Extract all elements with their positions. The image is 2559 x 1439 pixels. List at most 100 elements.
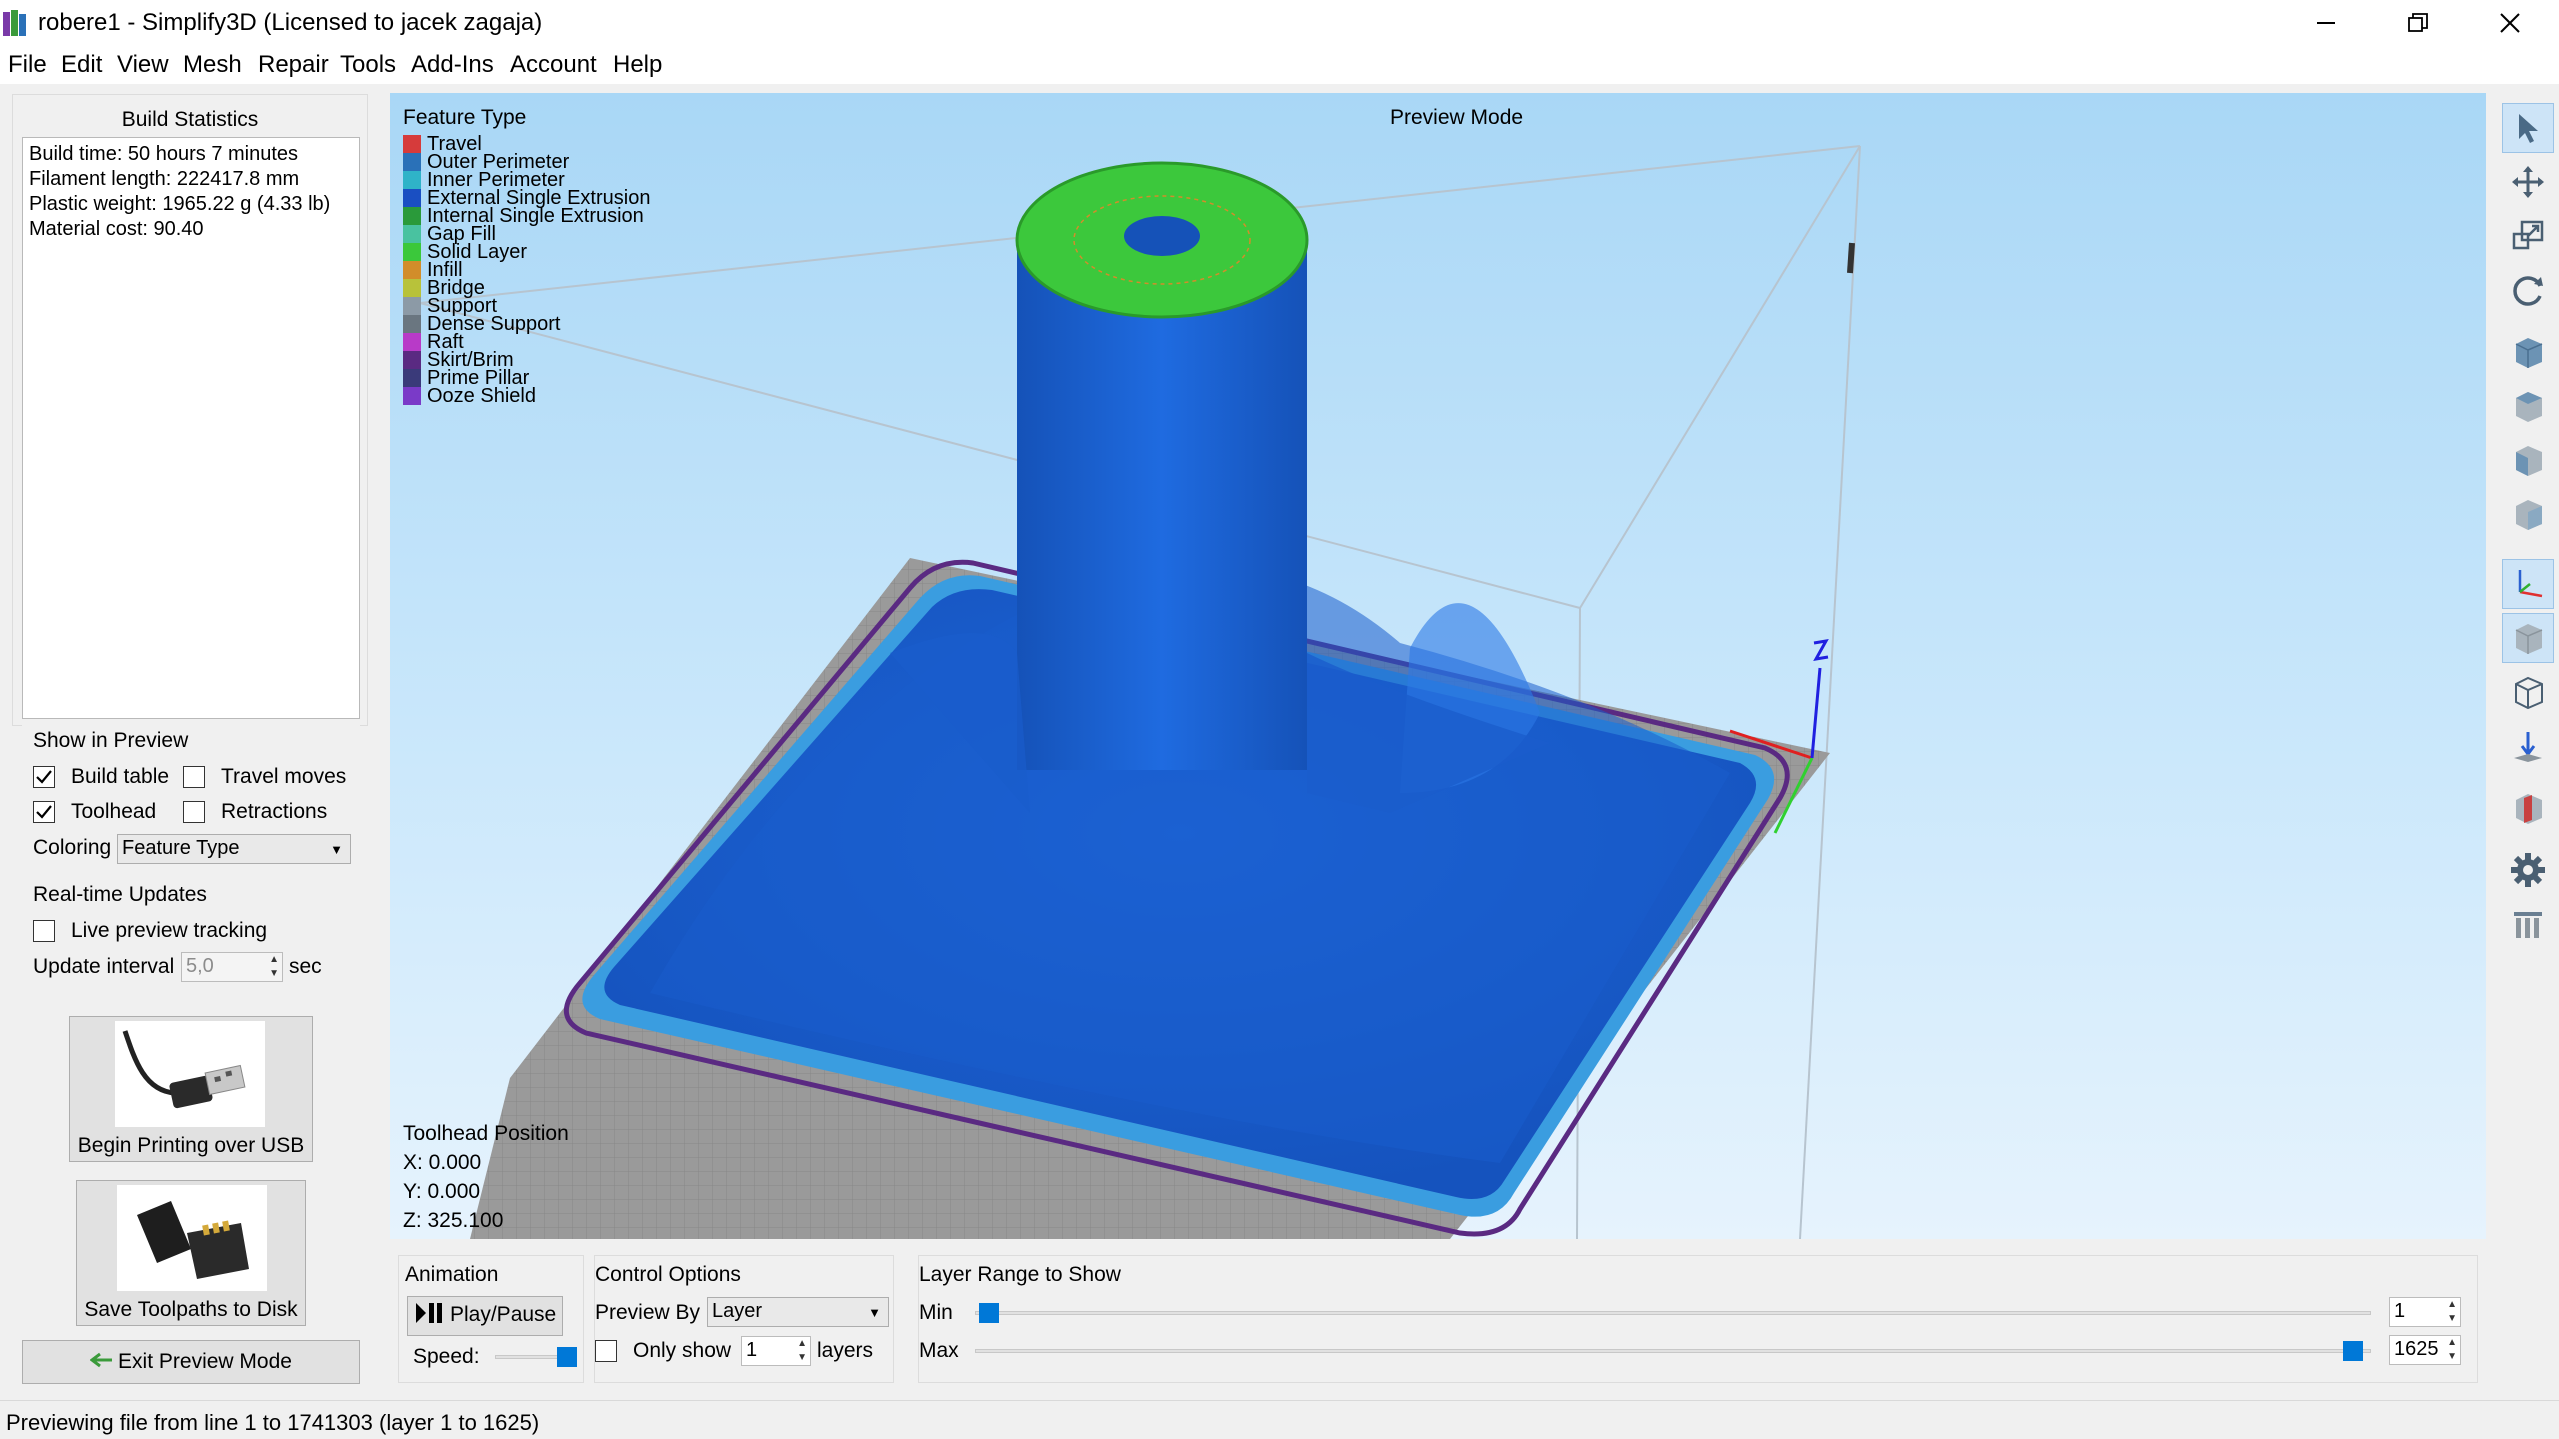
play-pause-button[interactable]: Play/Pause (407, 1296, 563, 1336)
speed-slider-track[interactable] (495, 1355, 565, 1359)
preview-mode-label: Preview Mode (1390, 106, 1524, 129)
preview-by-select[interactable]: Layer ▼ (707, 1297, 889, 1327)
toolhead-checkbox[interactable] (33, 801, 55, 823)
retractions-checkbox[interactable] (183, 801, 205, 823)
menu-help[interactable]: Help (613, 50, 662, 80)
spin-down-icon[interactable]: ▼ (269, 969, 279, 979)
control-options-group: Control Options Preview By Layer ▼ Only … (594, 1255, 894, 1383)
supports-button[interactable] (2502, 899, 2554, 949)
layer-max-value: 1625 (2394, 1338, 2439, 1360)
spin-down-icon[interactable]: ▼ (797, 1353, 807, 1363)
begin-printing-usb-button[interactable]: Begin Printing over USB (69, 1016, 313, 1162)
legend-swatch (403, 333, 421, 351)
live-preview-tracking-checkbox[interactable] (33, 920, 55, 942)
menu-account[interactable]: Account (510, 50, 597, 80)
checkmark-icon (36, 805, 52, 819)
view-top-button[interactable] (2502, 381, 2554, 431)
show-axes-button[interactable] (2502, 559, 2554, 609)
close-button[interactable] (2464, 0, 2556, 46)
spin-up-icon[interactable]: ▲ (269, 955, 279, 965)
layer-max-spinbox[interactable]: 1625 ▲ ▼ (2389, 1335, 2461, 1365)
retractions-label: Retractions (221, 800, 328, 823)
coloring-select[interactable]: Feature Type ▼ (117, 834, 351, 864)
menu-file[interactable]: File (8, 50, 47, 80)
wireframe-view-button[interactable] (2502, 667, 2554, 717)
scene-canvas[interactable] (390, 93, 2486, 1239)
close-icon (2500, 13, 2520, 33)
build-table-checkbox[interactable] (33, 766, 55, 788)
layer-range-title: Layer Range to Show (919, 1263, 1121, 1286)
legend-swatch (403, 189, 421, 207)
app-window: robere1 - Simplify3D (Licensed to jacek … (0, 0, 2559, 1439)
menu-view[interactable]: View (117, 50, 169, 80)
menu-tools[interactable]: Tools (340, 50, 396, 80)
spin-down-icon[interactable]: ▼ (2447, 1352, 2457, 1362)
legend-swatch (403, 351, 421, 369)
view-iso-button[interactable] (2502, 327, 2554, 377)
legend-swatch (403, 279, 421, 297)
menu-repair[interactable]: Repair (258, 50, 329, 80)
app-logo-icon (3, 10, 26, 36)
speed-slider-handle[interactable] (557, 1347, 577, 1367)
view-side-button[interactable] (2502, 489, 2554, 539)
exit-preview-mode-label: Exit Preview Mode (118, 1350, 292, 1373)
travel-moves-label: Travel moves (221, 765, 347, 788)
plastic-weight: Plastic weight: 1965.22 g (4.33 lb) (29, 193, 331, 215)
spin-up-icon[interactable]: ▲ (2447, 1300, 2457, 1310)
update-interval-spinbox[interactable]: 5,0 ▲ ▼ (181, 952, 283, 982)
preview-viewport[interactable]: Feature Type Travel Outer Perimeter Inner … (390, 93, 2486, 1239)
exit-preview-mode-button[interactable]: Exit Preview Mode (22, 1340, 360, 1384)
menu-add-ins[interactable]: Add-Ins (411, 50, 494, 80)
legend-swatch (403, 135, 421, 153)
status-bar: Previewing file from line 1 to 1741303 (… (0, 1400, 2559, 1439)
travel-moves-checkbox[interactable] (183, 766, 205, 788)
restore-button[interactable] (2372, 0, 2464, 46)
layer-range-group: Layer Range to Show Min 1 ▲ ▼ Max 1625 ▲… (918, 1255, 2478, 1383)
layer-min-spinbox[interactable]: 1 ▲ ▼ (2389, 1297, 2461, 1327)
only-show-checkbox[interactable] (595, 1340, 617, 1362)
select-tool-button[interactable] (2502, 103, 2554, 153)
legend-swatch (403, 243, 421, 261)
move-tool-button[interactable] (2502, 157, 2554, 207)
toolhead-label: Toolhead (71, 800, 157, 823)
legend-swatch (403, 171, 421, 189)
cube-iso-icon (2515, 338, 2543, 368)
control-options-title: Control Options (595, 1263, 741, 1286)
cross-section-button[interactable] (2502, 783, 2554, 833)
only-show-spinbox[interactable]: 1 ▲ ▼ (741, 1336, 811, 1366)
bottom-controls: Animation Play/Pause Speed: Control Opti… (390, 1243, 2486, 1393)
animation-title: Animation (405, 1263, 499, 1286)
layer-min-slider-track[interactable] (975, 1311, 2371, 1315)
spin-up-icon[interactable]: ▲ (2447, 1338, 2457, 1348)
legend-swatch (403, 387, 421, 405)
place-on-bed-button[interactable] (2502, 721, 2554, 771)
settings-button[interactable] (2502, 845, 2554, 895)
title-bar: robere1 - Simplify3D (Licensed to jacek … (0, 0, 2559, 46)
build-table-label: Build table (71, 765, 170, 788)
scale-icon (2512, 220, 2544, 250)
left-panel: Build Statistics Build time: 50 hours 7 … (0, 84, 378, 1396)
minimize-button[interactable] (2280, 0, 2372, 46)
preview-by-value: Layer (712, 1300, 763, 1322)
layer-min-slider-handle[interactable] (979, 1303, 999, 1323)
save-toolpaths-button[interactable]: Save Toolpaths to Disk (76, 1180, 306, 1326)
build-statistics-title: Build Statistics (121, 108, 259, 131)
spin-down-icon[interactable]: ▼ (2447, 1314, 2457, 1324)
status-text: Previewing file from line 1 to 1741303 (… (6, 1410, 540, 1435)
cube-front-icon (2516, 446, 2542, 476)
spin-up-icon[interactable]: ▲ (797, 1339, 807, 1349)
rotate-tool-button[interactable] (2502, 265, 2554, 315)
scale-tool-button[interactable] (2502, 211, 2554, 261)
layer-max-slider-handle[interactable] (2343, 1341, 2363, 1361)
menu-edit[interactable]: Edit (61, 50, 102, 80)
layer-max-slider-track[interactable] (975, 1349, 2371, 1353)
down-arrow-plane-icon (2514, 732, 2542, 762)
solid-view-button[interactable] (2502, 613, 2554, 663)
view-front-button[interactable] (2502, 435, 2554, 485)
begin-printing-usb-label: Begin Printing over USB (77, 1134, 305, 1157)
realtime-updates-group: Real-time Updates Live preview tracking … (22, 870, 360, 990)
legend-label: Ooze Shield (427, 385, 536, 407)
show-in-preview-title: Show in Preview (33, 729, 189, 752)
menu-mesh[interactable]: Mesh (183, 50, 242, 80)
solid-cube-icon (2515, 624, 2543, 654)
